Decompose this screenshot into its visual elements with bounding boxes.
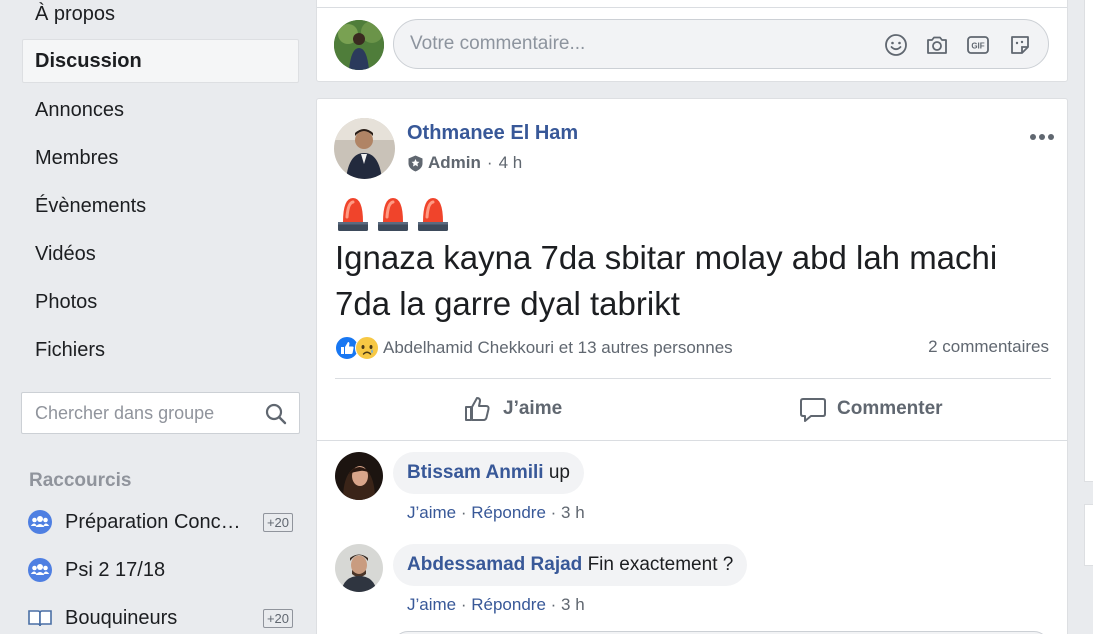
divider — [317, 7, 1067, 8]
divider — [335, 378, 1051, 379]
shortcut-badge: +20 — [262, 513, 293, 532]
post-author-name[interactable]: Othmanee El Ham — [407, 122, 578, 145]
sticker-icon[interactable] — [1008, 33, 1032, 57]
comment-reply-link[interactable]: Répondre — [471, 595, 546, 614]
like-button-label: J’aime — [503, 398, 563, 419]
comments-count-link[interactable]: 2 commentaires — [928, 337, 1049, 357]
more-options-icon — [1030, 134, 1054, 140]
comment-author[interactable]: Btissam Anmili — [407, 462, 544, 483]
comment-text: up — [548, 462, 570, 483]
comment-input[interactable] — [410, 30, 850, 58]
siren-emoji-icon — [338, 198, 368, 231]
nav-item-files[interactable]: Fichiers — [22, 328, 299, 372]
comment-timestamp[interactable]: 3 h — [561, 503, 585, 522]
comment-bubble: Btissam Anmili up — [393, 452, 584, 494]
separator: · — [460, 503, 472, 522]
current-user-avatar[interactable] — [334, 20, 384, 70]
author-avatar[interactable] — [334, 118, 395, 179]
comment-like-link[interactable]: J’aime — [407, 503, 456, 522]
right-column-card — [1084, 504, 1093, 566]
gif-icon[interactable]: GIF — [966, 33, 990, 57]
nav-item-discussion[interactable]: Discussion — [22, 39, 299, 83]
sad-reaction-icon — [355, 336, 379, 360]
comment-icon — [800, 398, 826, 422]
siren-emoji-icon — [378, 198, 408, 231]
post-options-button[interactable] — [1029, 121, 1055, 147]
comment-timestamp[interactable]: 3 h — [561, 595, 585, 614]
group-search-input[interactable] — [22, 393, 252, 433]
nav-item-members[interactable]: Membres — [22, 136, 299, 180]
avatar-image — [335, 544, 383, 592]
comment-author[interactable]: Abdessamad Rajad — [407, 554, 582, 575]
nav-item-about[interactable]: À propos — [22, 0, 299, 36]
reaction-summary[interactable]: Abdelhamid Chekkouri et 13 autres person… — [335, 335, 733, 361]
comment-actions: J’aime · Répondre · 3 h — [407, 503, 585, 523]
nav-item-photos[interactable]: Photos — [22, 280, 299, 324]
comment-button-label: Commenter — [837, 398, 943, 419]
commenter-avatar[interactable] — [335, 452, 383, 500]
post-author-role: Admin — [428, 153, 481, 172]
comment-button[interactable]: Commenter — [799, 389, 943, 429]
svg-text:GIF: GIF — [971, 42, 984, 51]
post-body-text: Ignaza kayna 7da sbitar molay abd lah ma… — [335, 239, 998, 322]
group-icon — [28, 510, 52, 534]
comment-actions: J’aime · Répondre · 3 h — [407, 595, 585, 615]
camera-icon[interactable] — [925, 33, 949, 57]
reaction-likers-text[interactable]: Abdelhamid Chekkouri et 13 autres person… — [383, 338, 733, 358]
siren-emoji-icon — [418, 198, 448, 231]
previous-post-card: GIF — [316, 0, 1068, 82]
nav-item-events[interactable]: Évènements — [22, 184, 299, 228]
shortcut-label: Psi 2 17/18 — [65, 559, 166, 581]
avatar-image — [334, 118, 395, 179]
comment-reply-link[interactable]: Répondre — [471, 503, 546, 522]
commenter-avatar[interactable] — [335, 544, 383, 592]
separator: · — [550, 503, 562, 522]
shortcut-label: Préparation Conco… — [65, 511, 251, 533]
shortcut-badge: +20 — [262, 609, 293, 628]
admin-badge-icon — [408, 155, 423, 171]
meta-separator: · — [486, 153, 493, 172]
like-button[interactable]: J’aime — [463, 389, 562, 429]
shortcut-item[interactable]: Préparation Conco… +20 — [24, 505, 296, 539]
separator: · — [550, 595, 562, 614]
thumbs-up-icon — [465, 397, 490, 421]
avatar-image — [334, 20, 384, 70]
comment-bubble: Abdessamad Rajad Fin exactement ? — [393, 544, 748, 586]
nav-item-videos[interactable]: Vidéos — [22, 232, 299, 276]
emoji-icon[interactable] — [884, 33, 908, 57]
shortcut-item[interactable]: Psi 2 17/18 — [24, 553, 296, 587]
shortcut-label: Bouquineurs — [65, 607, 178, 629]
group-icon — [28, 558, 52, 582]
group-search — [21, 392, 300, 434]
avatar-image — [335, 452, 383, 500]
post-card: Othmanee El Ham Admin · 4 h Ignaza kayna… — [316, 98, 1068, 634]
comment-composer[interactable]: GIF — [393, 19, 1049, 69]
book-icon — [28, 610, 52, 627]
post-timestamp[interactable]: 4 h — [499, 153, 523, 173]
nav-item-announcements[interactable]: Annonces — [22, 88, 299, 132]
shortcut-item[interactable]: Bouquineurs +20 — [24, 601, 296, 634]
separator: · — [460, 595, 472, 614]
group-sidebar: À propos Discussion Annonces Membres Évè… — [0, 0, 316, 634]
search-icon[interactable] — [265, 403, 287, 425]
shortcuts-title: Raccourcis — [29, 470, 132, 491]
right-column-card — [1084, 0, 1093, 482]
comment-text: Fin exactement ? — [587, 554, 734, 575]
divider — [317, 440, 1067, 441]
comment-like-link[interactable]: J’aime — [407, 595, 456, 614]
post-meta: Admin · 4 h — [407, 153, 522, 173]
